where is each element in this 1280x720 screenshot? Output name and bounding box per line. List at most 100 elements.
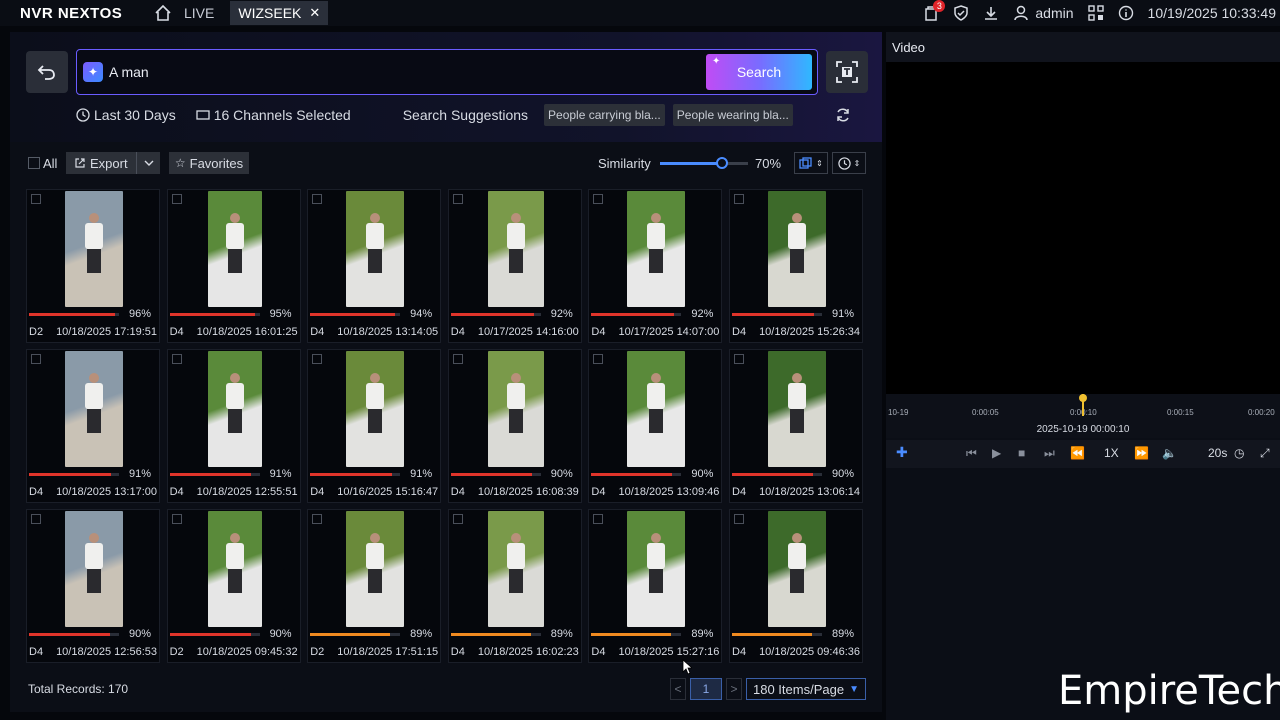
result-card[interactable]: 92% D4 10/17/2025 14:07:00 bbox=[588, 189, 723, 343]
result-card[interactable]: 90% D4 10/18/2025 13:06:14 bbox=[729, 349, 863, 503]
refresh-icon[interactable] bbox=[835, 107, 851, 123]
result-card[interactable]: 96% D2 10/18/2025 17:19:51 bbox=[26, 189, 160, 343]
qr-icon[interactable] bbox=[1087, 5, 1104, 21]
interval-label[interactable]: 20s bbox=[1208, 446, 1227, 460]
slider-knob[interactable] bbox=[715, 157, 728, 169]
result-card[interactable]: 90% D2 10/18/2025 09:45:32 bbox=[166, 509, 301, 663]
result-card[interactable]: 89% D4 10/18/2025 09:46:36 bbox=[729, 509, 863, 663]
snapshot-thumbnail[interactable] bbox=[346, 511, 405, 627]
skip-back-icon[interactable]: ⏮ bbox=[966, 446, 977, 461]
select-all-checkbox[interactable] bbox=[28, 157, 40, 169]
result-checkbox[interactable] bbox=[734, 514, 744, 524]
favorites-button[interactable]: ☆ Favorites bbox=[169, 152, 249, 174]
notification-icon[interactable]: 3 bbox=[923, 0, 946, 22]
result-checkbox[interactable] bbox=[312, 354, 323, 364]
snapshot-thumbnail[interactable] bbox=[65, 191, 123, 307]
stop-icon[interactable]: ■ bbox=[1018, 446, 1025, 460]
result-checkbox[interactable] bbox=[31, 514, 41, 524]
result-card[interactable]: 90% D4 10/18/2025 13:09:46 bbox=[588, 349, 723, 503]
snapshot-thumbnail[interactable] bbox=[65, 351, 123, 467]
result-checkbox[interactable] bbox=[593, 514, 604, 524]
result-checkbox[interactable] bbox=[452, 194, 463, 204]
snapshot-thumbnail[interactable] bbox=[627, 191, 686, 307]
snapshot-thumbnail[interactable] bbox=[65, 511, 123, 627]
result-checkbox[interactable] bbox=[171, 514, 182, 524]
result-card[interactable]: 91% D4 10/18/2025 13:17:00 bbox=[26, 349, 160, 503]
fast-forward-icon[interactable]: ⏩ bbox=[1134, 446, 1149, 460]
result-checkbox[interactable] bbox=[31, 354, 41, 364]
result-card[interactable]: 94% D4 10/18/2025 13:14:05 bbox=[307, 189, 442, 343]
result-card[interactable]: 91% D4 10/18/2025 15:26:34 bbox=[729, 189, 863, 343]
snapshot-thumbnail[interactable] bbox=[768, 351, 826, 467]
pin-icon[interactable]: ✚ bbox=[896, 444, 908, 461]
snapshot-thumbnail[interactable] bbox=[768, 191, 826, 307]
playhead-handle[interactable] bbox=[1079, 394, 1087, 402]
snapshot-thumbnail[interactable] bbox=[768, 511, 826, 627]
search-button[interactable]: ✦ Search bbox=[706, 54, 812, 90]
channel-filter[interactable]: 16 Channels Selected bbox=[196, 107, 351, 123]
result-checkbox[interactable] bbox=[593, 354, 604, 364]
result-checkbox[interactable] bbox=[593, 194, 604, 204]
prev-page-button[interactable]: < bbox=[670, 678, 686, 700]
snapshot-thumbnail[interactable] bbox=[346, 351, 405, 467]
shield-icon[interactable] bbox=[953, 5, 969, 21]
view-mode-button[interactable]: ⇕ bbox=[794, 152, 828, 174]
result-card[interactable]: 91% D4 10/16/2025 15:16:47 bbox=[307, 349, 442, 503]
result-checkbox[interactable] bbox=[312, 514, 323, 524]
video-player[interactable] bbox=[886, 62, 1280, 394]
snapshot-thumbnail[interactable] bbox=[627, 511, 686, 627]
export-button[interactable]: Export bbox=[66, 152, 160, 174]
suggestion-chip[interactable]: People carrying bla... bbox=[544, 104, 665, 126]
back-button[interactable] bbox=[26, 51, 68, 93]
skip-forward-icon[interactable]: ⏭ bbox=[1044, 446, 1055, 461]
rewind-icon[interactable]: ⏪ bbox=[1070, 446, 1085, 460]
result-checkbox[interactable] bbox=[171, 354, 182, 364]
result-checkbox[interactable] bbox=[452, 354, 463, 364]
info-icon[interactable] bbox=[1118, 5, 1134, 21]
search-input[interactable]: A man bbox=[109, 64, 706, 80]
chevron-down-icon[interactable] bbox=[144, 158, 154, 168]
result-checkbox[interactable] bbox=[452, 514, 463, 524]
home-icon[interactable] bbox=[154, 4, 172, 22]
result-checkbox[interactable] bbox=[734, 354, 744, 364]
similarity-slider[interactable] bbox=[660, 157, 748, 169]
result-card[interactable]: 89% D4 10/18/2025 16:02:23 bbox=[447, 509, 582, 663]
user-menu[interactable]: admin bbox=[1013, 5, 1074, 21]
result-checkbox[interactable] bbox=[31, 194, 41, 204]
timeline[interactable]: 10-19 0:00:05 0:00:10 0:00:15 0:00:20 20… bbox=[886, 394, 1280, 438]
snapshot-thumbnail[interactable] bbox=[207, 351, 262, 467]
page-number-input[interactable]: 1 bbox=[690, 678, 722, 700]
result-card[interactable]: 91% D4 10/18/2025 12:55:51 bbox=[166, 349, 301, 503]
clock-icon[interactable]: ◷ bbox=[1234, 446, 1244, 460]
fullscreen-icon[interactable]: ⤢ bbox=[1260, 446, 1270, 461]
suggestion-chip[interactable]: People wearing bla... bbox=[672, 104, 793, 126]
snapshot-thumbnail[interactable] bbox=[487, 511, 544, 627]
snapshot-thumbnail[interactable] bbox=[487, 351, 544, 467]
tab-wizseek[interactable]: WIZSEEK ✕ bbox=[230, 1, 329, 25]
speed-label[interactable]: 1X bbox=[1104, 446, 1119, 460]
time-sort-button[interactable]: ⇕ bbox=[832, 152, 866, 174]
next-page-button[interactable]: > bbox=[726, 678, 742, 700]
close-icon[interactable]: ✕ bbox=[309, 5, 320, 21]
search-box[interactable]: ✦ A man ✦ Search bbox=[76, 49, 818, 95]
result-checkbox[interactable] bbox=[734, 194, 744, 204]
result-card[interactable]: 90% D4 10/18/2025 12:56:53 bbox=[26, 509, 160, 663]
result-card[interactable]: 89% D4 10/18/2025 15:27:16 bbox=[588, 509, 723, 663]
snapshot-thumbnail[interactable] bbox=[207, 191, 262, 307]
result-checkbox[interactable] bbox=[171, 194, 182, 204]
snapshot-thumbnail[interactable] bbox=[487, 191, 544, 307]
result-checkbox[interactable] bbox=[312, 194, 323, 204]
snapshot-thumbnail[interactable] bbox=[627, 351, 686, 467]
play-icon[interactable]: ▶ bbox=[992, 446, 1001, 460]
download-icon[interactable] bbox=[983, 5, 999, 21]
result-card[interactable]: 89% D2 10/18/2025 17:51:15 bbox=[307, 509, 442, 663]
result-card[interactable]: 92% D4 10/17/2025 14:16:00 bbox=[447, 189, 582, 343]
time-range-filter[interactable]: Last 30 Days bbox=[76, 107, 176, 123]
nav-live[interactable]: LIVE bbox=[184, 5, 214, 21]
text-mode-button[interactable] bbox=[826, 51, 868, 93]
volume-icon[interactable]: 🔈 bbox=[1162, 446, 1177, 460]
result-card[interactable]: 90% D4 10/18/2025 16:08:39 bbox=[447, 349, 582, 503]
snapshot-thumbnail[interactable] bbox=[207, 511, 262, 627]
result-card[interactable]: 95% D4 10/18/2025 16:01:25 bbox=[166, 189, 301, 343]
page-size-select[interactable]: 180 Items/Page ▼ bbox=[746, 678, 866, 700]
